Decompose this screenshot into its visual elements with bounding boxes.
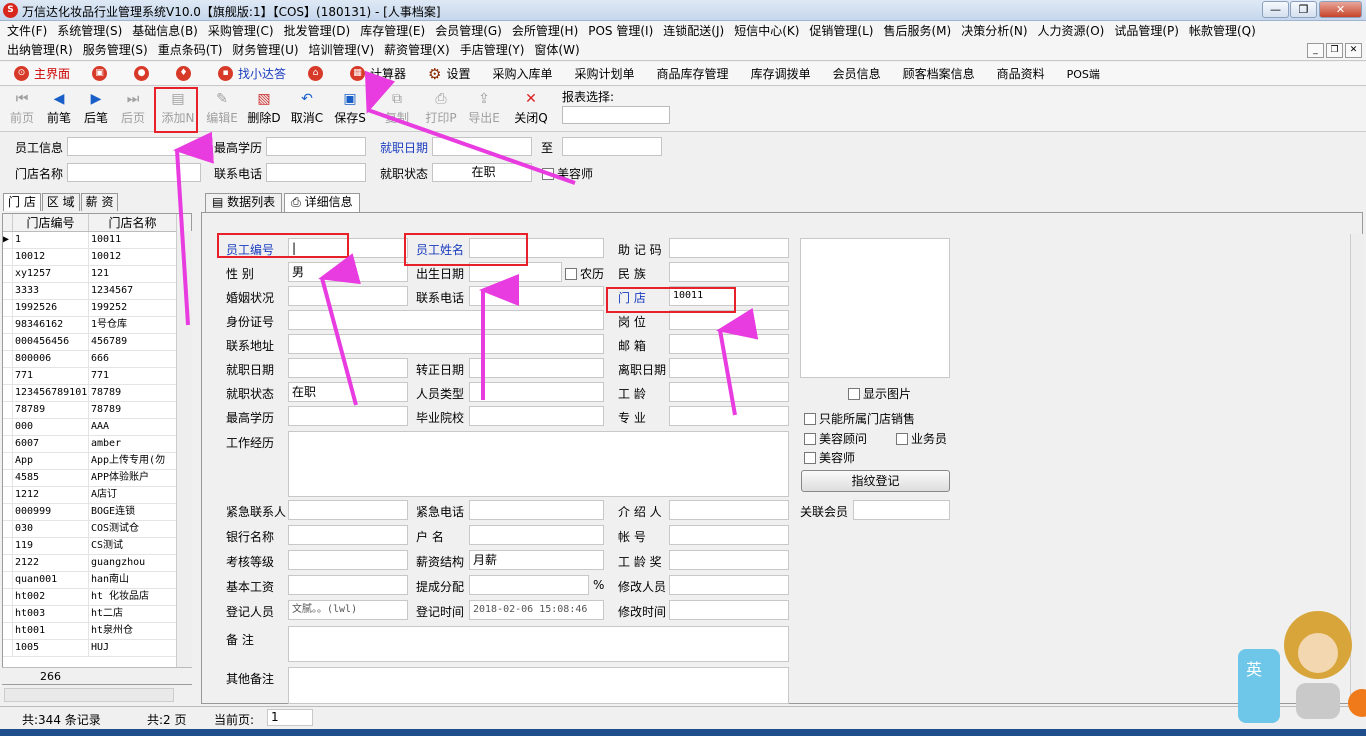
arrow-to-save [364,70,576,185]
page-count: 共:2 页 [147,713,187,727]
current-page-label: 当前页: [214,713,255,727]
current-page-input[interactable]: 1 [267,709,313,726]
record-count: 共:344 条记录 [22,713,101,727]
assistant-mascot[interactable]: 英 [1238,605,1366,725]
arrow-to-add [173,131,214,326]
annotation-arrows [173,70,759,416]
status-bar: 共:344 条记录 共:2 页 当前页: 1 [0,706,1366,728]
arrow-to-gender [318,253,361,406]
os-taskbar [0,729,1366,736]
arrow-to-store [716,307,759,416]
mascot-badge [1348,689,1366,717]
svg-text:英: 英 [1246,660,1262,679]
